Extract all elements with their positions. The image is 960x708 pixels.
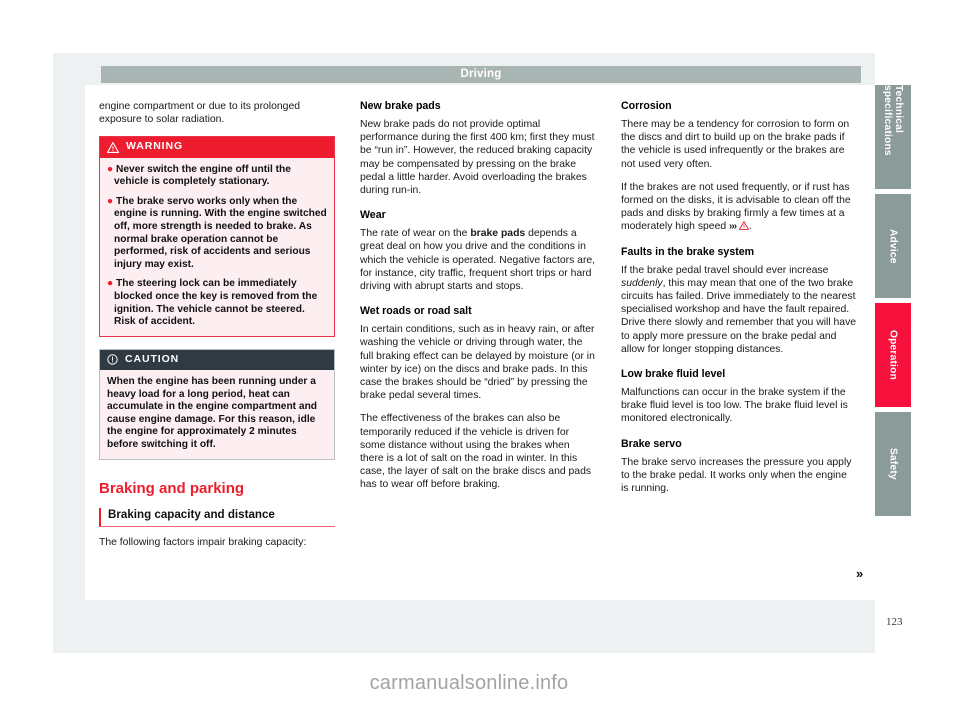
text-corrosion-b-main: If the brakes are not used frequently, o…: [621, 181, 851, 233]
warning-box: WARNING ● Never switch the engine off un…: [99, 136, 335, 337]
subsection-title: Braking capacity and distance: [99, 507, 335, 527]
column-three: Corrosion There may be a tendency for co…: [621, 100, 857, 505]
text-faults-part-a: If the brake pedal travel should ever in…: [621, 264, 829, 276]
text-faults: If the brake pedal travel should ever in…: [621, 264, 857, 356]
tab-technical-specifications[interactable]: Technical specifications: [875, 85, 911, 189]
text-wear-emphasis: brake pads: [470, 228, 526, 240]
tab-label: Advice: [887, 228, 899, 264]
factors-intro-paragraph: The following factors impair braking cap…: [99, 536, 307, 548]
continue-chevron[interactable]: ››: [856, 566, 863, 581]
bullet-marker: ●: [107, 195, 114, 207]
caution-box-body: When the engine has been running under a…: [100, 369, 334, 459]
text-faults-emphasis: suddenly: [621, 277, 663, 289]
text-low-brake-fluid: Malfunctions can occur in the brake syst…: [621, 387, 848, 425]
heading-corrosion: Corrosion: [621, 100, 672, 112]
text-wear-part-a: The rate of wear on the: [360, 228, 471, 240]
text-new-brake-pads: New brake pads do not provide optimal pe…: [360, 119, 595, 197]
section-title: Braking and parking: [99, 479, 245, 497]
text-wet-roads: In certain conditions, such as in heavy …: [360, 324, 595, 402]
column-two: New brake pads New brake pads do not pro…: [360, 100, 596, 502]
page-number: 123: [886, 616, 903, 628]
warning-bullet: ● Never switch the engine off until the …: [107, 164, 327, 189]
heading-wear: Wear: [360, 209, 386, 222]
text-brake-effectiveness: The effectiveness of the brakes can also…: [360, 413, 592, 491]
column-one: engine compartment or due to its prolong…: [99, 100, 335, 559]
heading-new-brake-pads: New brake pads: [360, 100, 441, 112]
tab-label: Technical specifications: [882, 85, 904, 156]
text-wear: The rate of wear on the brake pads depen…: [360, 227, 596, 293]
heading-faults-brake-system: Faults in the brake system: [621, 245, 755, 258]
text-corrosion-b: If the brakes are not used frequently, o…: [621, 181, 857, 234]
caution-text: When the engine has been running under a…: [107, 375, 318, 450]
caution-box-header: CAUTION: [100, 349, 334, 370]
section-tab-rail: Technical specifications Advice Operatio…: [875, 85, 911, 521]
intro-paragraph: engine compartment or due to its prolong…: [99, 101, 301, 126]
circle-exclamation-icon: [107, 354, 118, 365]
tab-label: Operation: [887, 330, 899, 380]
manual-page-viewer: Driving engine compartment or due to its…: [0, 0, 960, 708]
cross-reference-chevrons[interactable]: ›››: [729, 221, 737, 232]
heading-low-brake-fluid: Low brake fluid level: [621, 368, 726, 381]
warning-bullet-text: The brake servo works only when the engi…: [114, 195, 327, 270]
warning-bullet: ● The brake servo works only when the en…: [107, 196, 327, 272]
running-header: Driving: [101, 66, 861, 83]
cross-reference-suffix: .: [748, 221, 752, 233]
bullet-marker: ●: [107, 278, 114, 290]
warning-bullet: ● The steering lock can be immediately b…: [107, 278, 327, 328]
text-faults-part-b: , this may mean that one of the two brak…: [621, 277, 857, 355]
heading-brake-servo: Brake servo: [621, 437, 682, 450]
text-corrosion-a: There may be a tendency for corrosion to…: [621, 119, 850, 170]
tab-label: Safety: [887, 448, 899, 480]
warning-box-header: WARNING: [100, 137, 334, 158]
tab-operation[interactable]: Operation: [875, 303, 911, 407]
warning-triangle-icon: [738, 221, 749, 231]
warning-bullet-text: The steering lock can be immediately blo…: [114, 278, 318, 328]
warning-bullet-text: Never switch the engine off until the ve…: [114, 163, 291, 188]
warning-box-body: ● Never switch the engine off until the …: [100, 157, 334, 336]
tab-advice[interactable]: Advice: [875, 194, 911, 298]
heading-wet-roads: Wet roads or road salt: [360, 305, 472, 318]
tab-safety[interactable]: Safety: [875, 412, 911, 516]
caution-label: CAUTION: [125, 352, 180, 365]
warning-label: WARNING: [126, 140, 184, 153]
bullet-marker: ●: [107, 163, 114, 175]
text-brake-servo: The brake servo increases the pressure y…: [621, 456, 852, 495]
site-watermark: carmanualsonline.info: [369, 672, 569, 694]
page-sheet-background-lower: [53, 600, 875, 653]
caution-box: CAUTION When the engine has been running…: [99, 348, 335, 460]
warning-triangle-icon: [107, 141, 119, 153]
